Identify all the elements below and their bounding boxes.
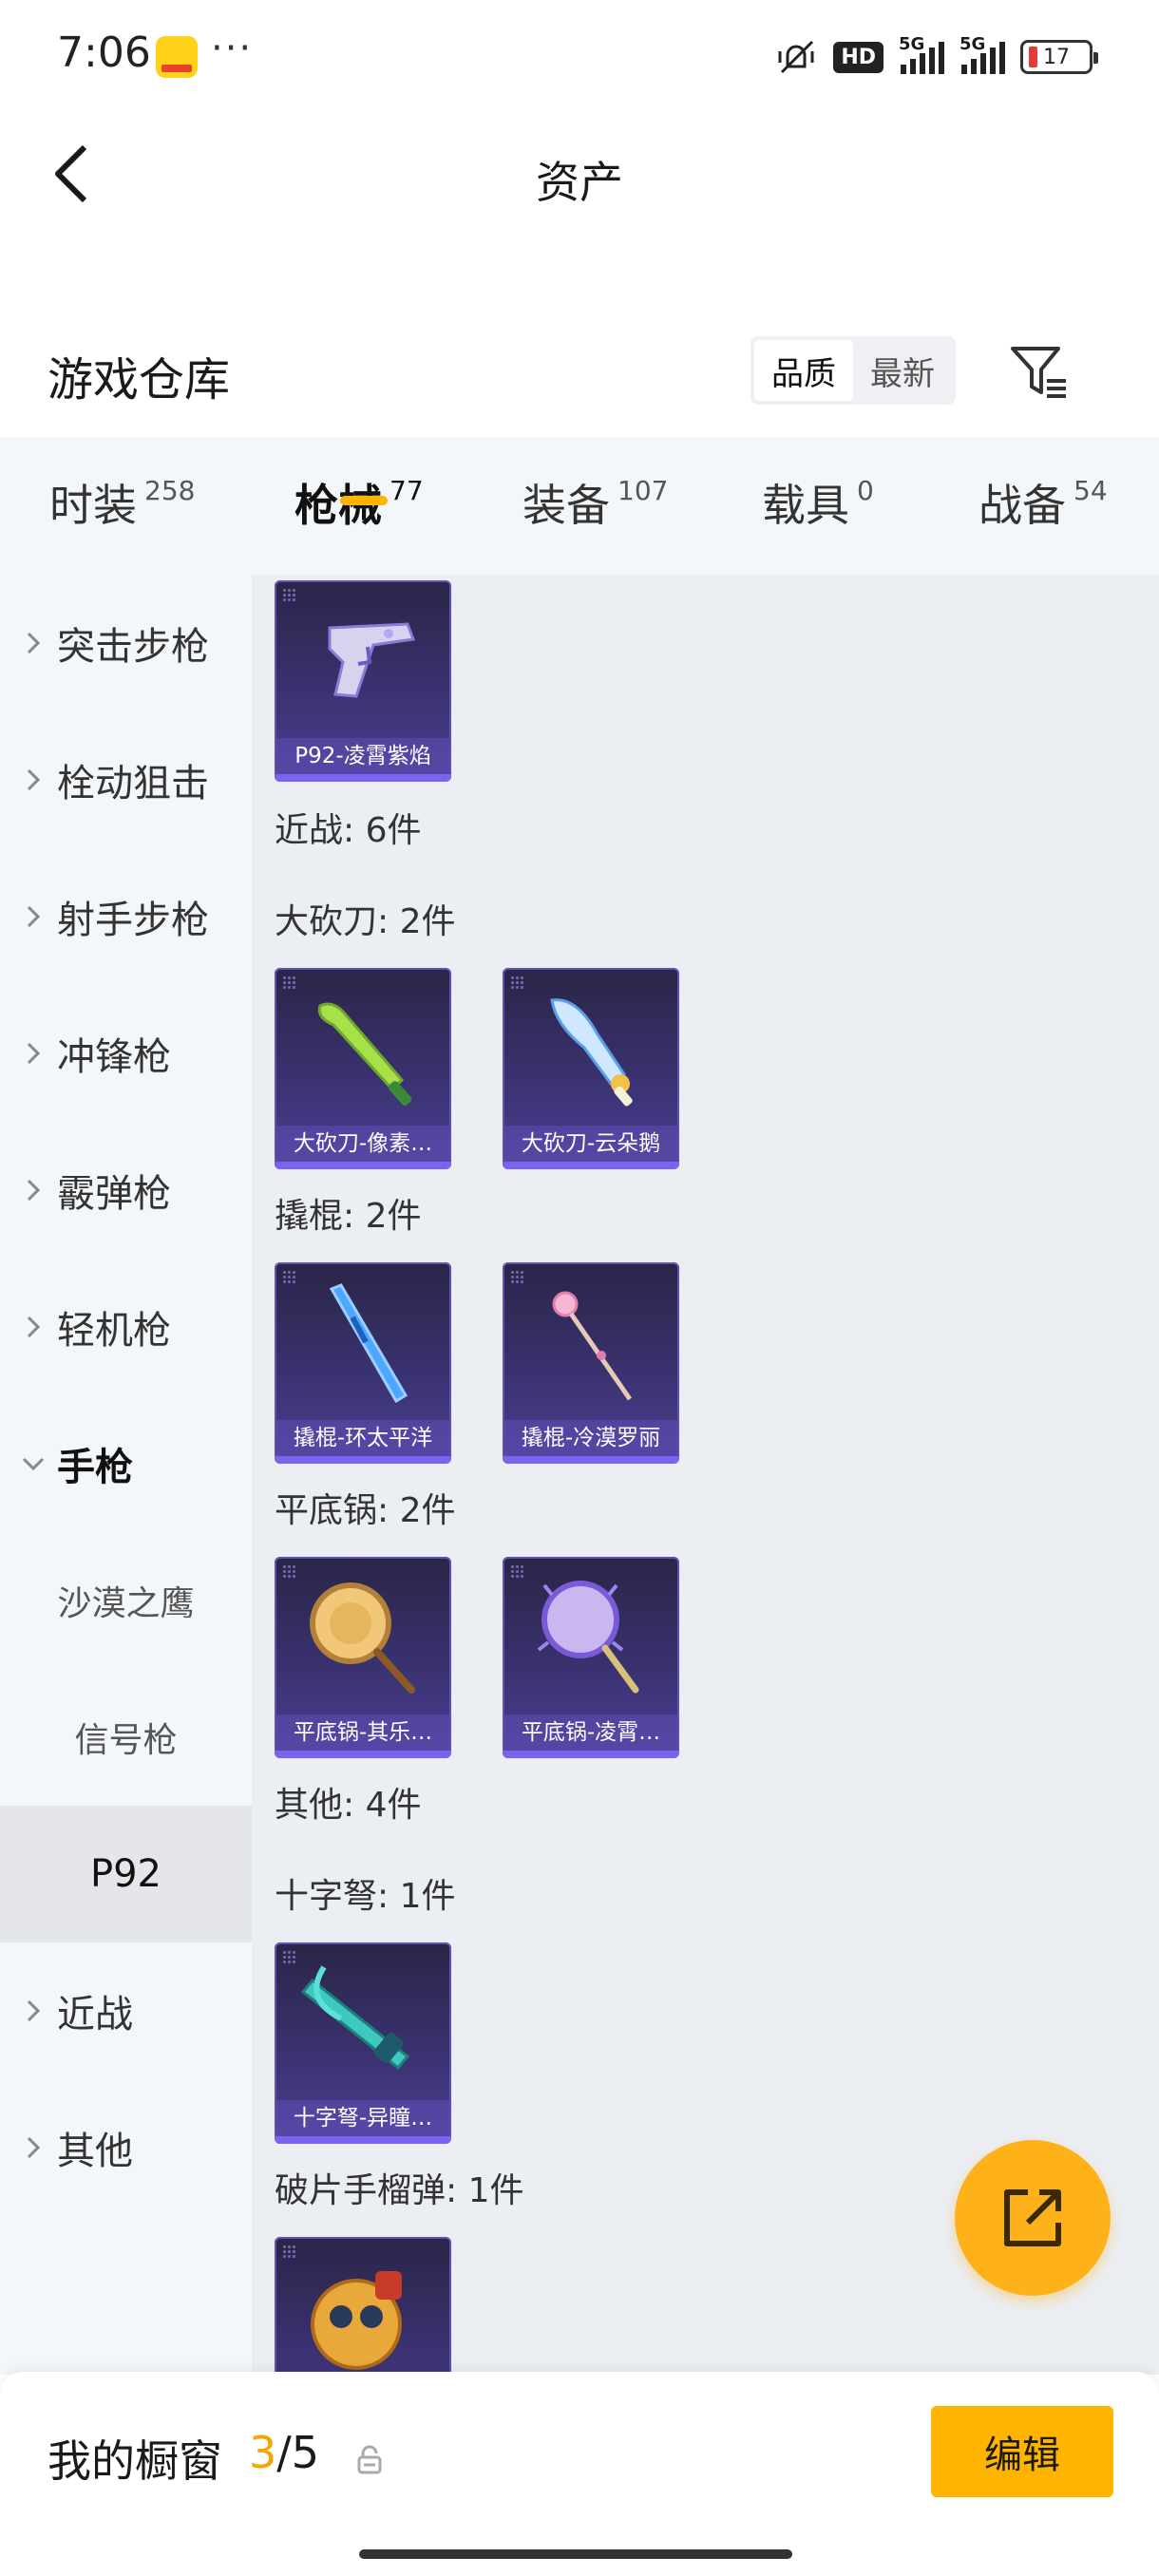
grenade-icon (311, 2271, 402, 2370)
sidebar-item-marksman-rifle[interactable]: 射手步枪 (0, 848, 252, 985)
filter-button[interactable] (1005, 338, 1074, 407)
tab-vehicles[interactable]: 载具 0 (762, 437, 874, 534)
status-time: 7:06 (57, 28, 151, 77)
edit-button[interactable]: 编辑 (931, 2406, 1113, 2497)
app-header: 资产 (0, 114, 1159, 237)
tab-fashion[interactable]: 时装 258 (49, 437, 195, 534)
filter-icon (1011, 347, 1066, 398)
tab-supplies[interactable]: 战备 54 (978, 437, 1108, 534)
chevron-right-icon (0, 2136, 57, 2159)
sidebar-item-assault-rifle[interactable]: 突击步枪 (0, 575, 252, 711)
pistol-icon (328, 622, 416, 698)
tab-equipment[interactable]: 装备 107 (522, 437, 668, 534)
hd-voice-icon: HD (833, 38, 884, 76)
showcase-title: 我的橱窗 (48, 2435, 222, 2487)
showcase-count: 3/5 (249, 2427, 320, 2478)
sidebar-sub-desert-eagle[interactable]: 沙漠之鹰 (0, 1532, 252, 1669)
item-card[interactable]: 平底锅-凌霄… (503, 1557, 679, 1758)
section-label: 其他: 4件 (275, 1786, 422, 1825)
sidebar-item-pistol[interactable]: 手枪 (0, 1395, 252, 1532)
sidebar-item-other[interactable]: 其他 (0, 2079, 252, 2216)
item-card[interactable]: 大砍刀-像素… (275, 968, 451, 1169)
chevron-down-icon (0, 1457, 57, 1470)
active-tab-indicator (340, 496, 388, 505)
status-bar: 7:06 ··· HD 5G 5G 17 (0, 0, 1159, 114)
chevron-right-icon (0, 632, 57, 654)
section-label: 十字弩: 1件 (275, 1877, 456, 1916)
crossbow-icon (300, 1965, 410, 2071)
lock-icon (357, 2445, 382, 2474)
sort-quality-option[interactable]: 品质 (754, 340, 853, 401)
chevron-right-icon (0, 1042, 57, 1065)
battery-level: 17 (1043, 45, 1070, 69)
item-card[interactable]: 撬棍-环太平洋 (275, 1262, 451, 1464)
sidebar-item-melee[interactable]: 近战 (0, 1942, 252, 2079)
sidebar-item-bolt-sniper[interactable]: 栓动狙击 (0, 711, 252, 848)
share-button[interactable] (955, 2140, 1111, 2296)
signal-2-icon: 5G (960, 34, 1005, 74)
chevron-right-icon (0, 1316, 57, 1338)
item-card[interactable]: 十字弩-异瞳… (275, 1942, 451, 2144)
sidebar-item-shotgun[interactable]: 霰弹枪 (0, 1122, 252, 1259)
chevron-right-icon (0, 905, 57, 928)
sidebar-item-lmg[interactable]: 轻机枪 (0, 1259, 252, 1395)
chevron-right-icon (0, 1999, 57, 2022)
sort-toggle: 品质 最新 (750, 336, 956, 405)
section-label: 大砍刀: 2件 (275, 902, 456, 941)
battery-icon: 17 (1020, 40, 1098, 74)
sidebar-sub-p92[interactable]: P92 (0, 1806, 252, 1942)
sidebar-item-smg[interactable]: 冲锋枪 (0, 985, 252, 1122)
crowbar-blue-icon (329, 1283, 408, 1404)
weapon-category-sidebar: 突击步枪 栓动狙击 射手步枪 冲锋枪 霰弹枪 轻机枪 手枪 沙漠之鹰 信号枪 P… (0, 575, 252, 2375)
sidebar-sub-flare-gun[interactable]: 信号枪 (0, 1669, 252, 1806)
section-label: 近战: 6件 (275, 811, 422, 850)
signal-1-icon: 5G (899, 34, 944, 74)
machete-green-icon (317, 1002, 412, 1106)
pan-purple-icon (537, 1581, 639, 1694)
home-indicator[interactable] (359, 2549, 792, 2559)
warehouse-header: 游戏仓库 品质 最新 (0, 313, 1159, 427)
sort-newest-option[interactable]: 最新 (853, 340, 952, 401)
more-notifications-icon: ··· (211, 27, 254, 70)
chevron-right-icon (0, 768, 57, 791)
item-card[interactable]: P92-凌霄紫焰 (275, 580, 451, 782)
status-indicators: HD 5G 5G 17 (774, 32, 1098, 82)
warehouse-title: 游戏仓库 (48, 353, 231, 407)
category-tabs: 时装 258 枪械 77 装备 107 载具 0 战备 54 (0, 437, 1159, 575)
item-card[interactable] (275, 2237, 451, 2375)
external-share-icon (1004, 2189, 1061, 2246)
item-grid: P92-凌霄紫焰 近战: 6件 大砍刀: 2件 大砍刀-像素… 大砍刀-云朵鹅 … (252, 575, 1159, 2375)
pan-gold-icon (310, 1582, 415, 1694)
item-card[interactable]: 平底锅-其乐… (275, 1557, 451, 1758)
section-label: 撬棍: 2件 (275, 1197, 422, 1236)
mute-vibrate-icon (774, 38, 818, 76)
machete-cloud-icon (550, 998, 633, 1107)
app-notification-icon (156, 36, 198, 78)
crowbar-pink-icon (552, 1291, 633, 1401)
section-label: 平底锅: 2件 (275, 1491, 456, 1530)
chevron-right-icon (0, 1179, 57, 1202)
item-card[interactable]: 大砍刀-云朵鹅 (503, 968, 679, 1169)
showcase-bar: 我的橱窗 3/5 编辑 (0, 2372, 1159, 2576)
section-label: 破片手榴弹: 1件 (275, 2171, 524, 2210)
page-title: 资产 (536, 157, 623, 208)
item-card[interactable]: 撬棍-冷漠罗丽 (503, 1262, 679, 1464)
tab-firearms[interactable]: 枪械 77 (294, 437, 424, 534)
